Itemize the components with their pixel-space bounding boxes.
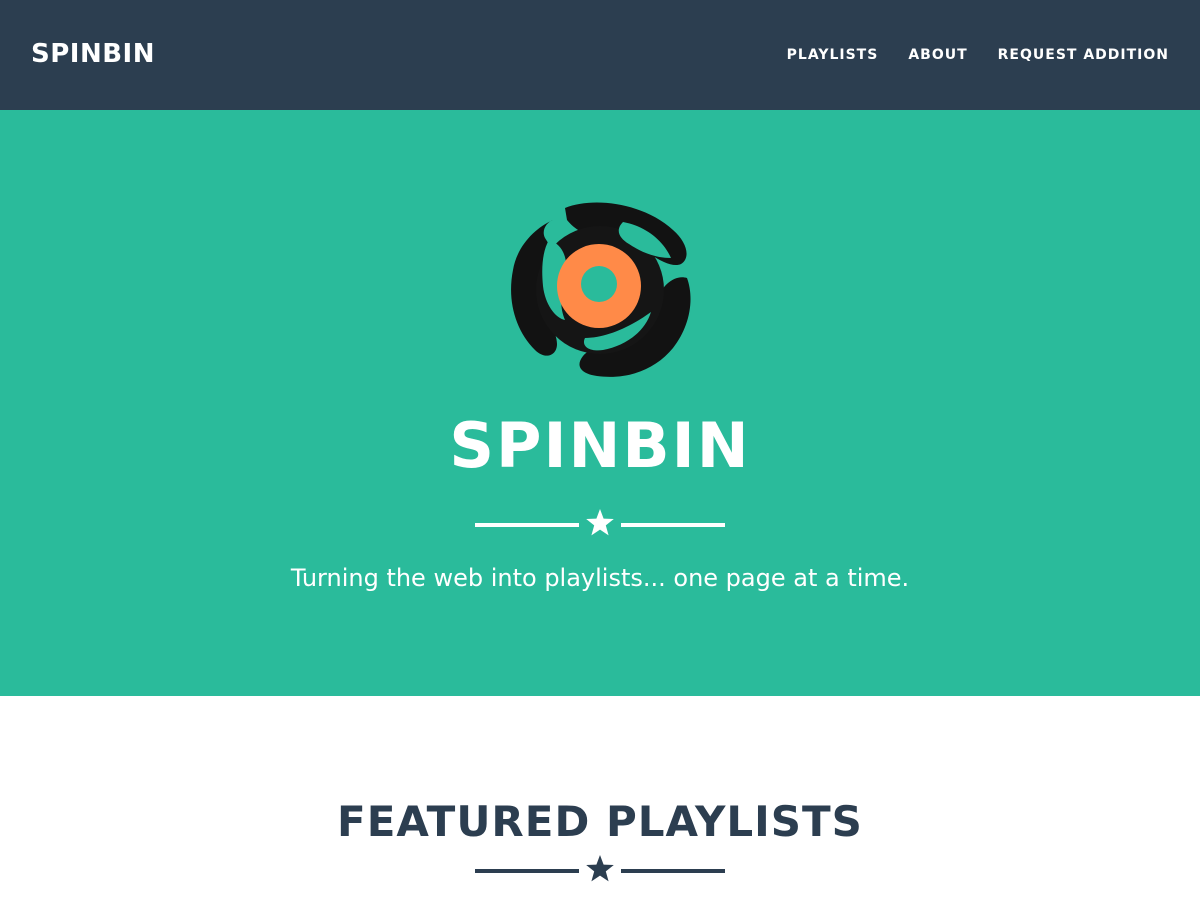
featured-playlists-title: FEATURED PLAYLISTS	[337, 797, 863, 846]
hero-title: SPINBIN	[449, 409, 751, 482]
nav-item-playlists: PLAYLISTS	[787, 44, 879, 66]
divider-line-right	[621, 869, 725, 873]
nav-link-request-addition[interactable]: REQUEST ADDITION	[998, 47, 1169, 63]
hero-star-divider	[475, 508, 725, 542]
record-adapter-logo-icon	[511, 202, 691, 377]
nav-link-about[interactable]: ABOUT	[908, 47, 967, 63]
star-icon	[586, 509, 614, 536]
hero-section: SPINBIN Turning the web into playlists..…	[0, 110, 1200, 696]
logo-spindle-hole	[581, 266, 617, 302]
nav-item-about: ABOUT	[908, 44, 967, 66]
divider-line-right	[621, 523, 725, 527]
nav-menu: PLAYLISTS ABOUT REQUEST ADDITION	[787, 44, 1169, 66]
nav-item-request-addition: REQUEST ADDITION	[998, 44, 1169, 66]
featured-star-divider	[475, 854, 725, 888]
divider-line-left	[475, 523, 579, 527]
star-icon	[586, 855, 614, 882]
navbar: SPINBIN PLAYLISTS ABOUT REQUEST ADDITION	[0, 0, 1200, 110]
divider-line-left	[475, 869, 579, 873]
brand-link[interactable]: SPINBIN	[31, 36, 155, 72]
nav-link-playlists[interactable]: PLAYLISTS	[787, 47, 879, 63]
hero-tagline: Turning the web into playlists... one pa…	[290, 564, 910, 592]
